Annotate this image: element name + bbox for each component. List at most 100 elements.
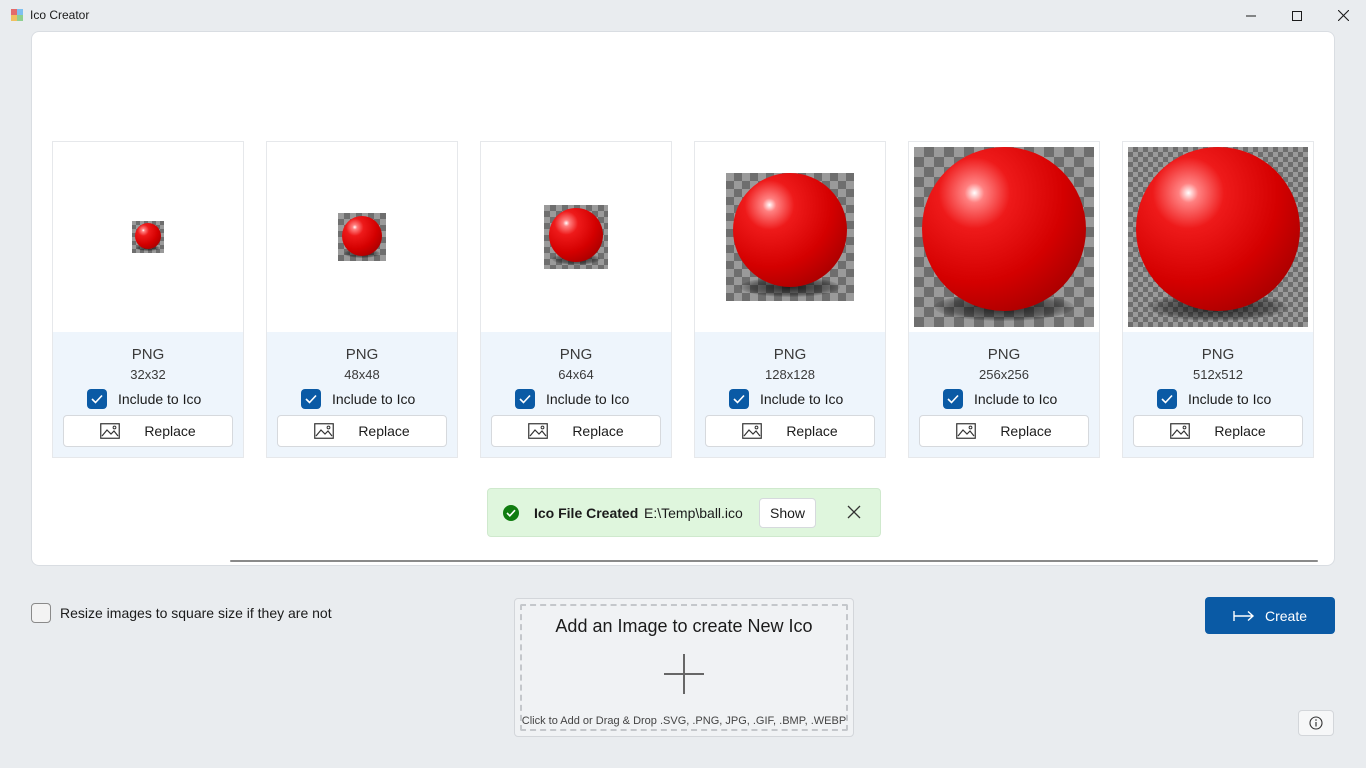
notification-path: E:\Temp\ball.ico xyxy=(644,505,743,521)
maximize-icon xyxy=(1292,10,1302,21)
dropzone-title: Add an Image to create New Ico xyxy=(555,616,813,636)
checkbox-checked[interactable] xyxy=(1157,389,1177,409)
resize-checkbox[interactable]: Resize images to square size if they are… xyxy=(31,603,332,623)
check-icon xyxy=(947,394,959,404)
dismiss-notification-button[interactable] xyxy=(847,505,863,521)
replace-button[interactable]: Replace xyxy=(491,415,661,447)
plus-icon xyxy=(663,653,705,695)
replace-label: Replace xyxy=(144,423,196,439)
image-size: 48x48 xyxy=(344,367,380,382)
image-preview xyxy=(1123,142,1313,332)
include-checkbox[interactable]: Include to Ico xyxy=(1157,389,1271,409)
show-file-button[interactable]: Show xyxy=(759,498,816,528)
image-icon xyxy=(100,423,121,439)
image-info: PNG 32x32 Include to Ico Replace xyxy=(53,332,243,457)
ball-image xyxy=(132,221,164,253)
checkbox-checked[interactable] xyxy=(515,389,535,409)
info-button[interactable] xyxy=(1298,710,1334,736)
image-size: 32x32 xyxy=(130,367,166,382)
checkbox-checked[interactable] xyxy=(87,389,107,409)
image-format: PNG xyxy=(1201,346,1235,363)
close-icon xyxy=(847,505,861,519)
replace-button[interactable]: Replace xyxy=(277,415,447,447)
replace-button[interactable]: Replace xyxy=(63,415,233,447)
image-preview xyxy=(695,142,885,332)
image-info: PNG 64x64 Include to Ico Replace xyxy=(481,332,671,457)
include-label: Include to Ico xyxy=(974,391,1058,407)
resize-label: Resize images to square size if they are… xyxy=(60,605,332,621)
image-preview xyxy=(53,142,243,332)
include-checkbox[interactable]: Include to Ico xyxy=(729,389,843,409)
add-image-dropzone[interactable]: Add an Image to create New Ico Click to … xyxy=(514,598,854,737)
check-icon xyxy=(305,394,317,404)
images-panel: PNG 32x32 Include to Ico Replace PNG 48x… xyxy=(31,31,1335,566)
image-card-32: PNG 32x32 Include to Ico Replace xyxy=(52,141,244,458)
replace-label: Replace xyxy=(572,423,624,439)
app-icon xyxy=(11,9,23,21)
image-format: PNG xyxy=(559,346,593,363)
horizontal-scrollbar[interactable] xyxy=(230,560,1318,562)
include-label: Include to Ico xyxy=(1188,391,1272,407)
image-preview xyxy=(909,142,1099,332)
image-card-512: PNG 512x512 Include to Ico Replace xyxy=(1122,141,1314,458)
image-info: PNG 128x128 Include to Ico Replace xyxy=(695,332,885,457)
check-icon xyxy=(519,394,531,404)
create-button[interactable]: Create xyxy=(1205,597,1335,634)
image-format: PNG xyxy=(987,346,1021,363)
image-icon xyxy=(528,423,549,439)
arrow-right-icon xyxy=(1233,610,1255,621)
ball-image xyxy=(1128,147,1308,327)
checkbox-checked[interactable] xyxy=(943,389,963,409)
include-checkbox[interactable]: Include to Ico xyxy=(87,389,201,409)
minimize-icon xyxy=(1246,15,1256,16)
image-info: PNG 256x256 Include to Ico Replace xyxy=(909,332,1099,457)
include-label: Include to Ico xyxy=(546,391,630,407)
image-card-64: PNG 64x64 Include to Ico Replace xyxy=(480,141,672,458)
include-checkbox[interactable]: Include to Ico xyxy=(301,389,415,409)
image-card-256: PNG 256x256 Include to Ico Replace xyxy=(908,141,1100,458)
check-icon xyxy=(1161,394,1173,404)
image-icon xyxy=(314,423,335,439)
ball-image xyxy=(544,205,608,269)
image-preview xyxy=(481,142,671,332)
replace-label: Replace xyxy=(358,423,410,439)
checkbox-unchecked[interactable] xyxy=(31,603,51,623)
image-preview xyxy=(267,142,457,332)
close-icon xyxy=(1337,10,1349,21)
title-bar: Ico Creator xyxy=(0,0,1366,31)
create-label: Create xyxy=(1264,607,1308,624)
image-size: 256x256 xyxy=(979,367,1029,382)
image-icon xyxy=(742,423,763,439)
window-title: Ico Creator xyxy=(30,8,90,22)
include-label: Include to Ico xyxy=(760,391,844,407)
replace-label: Replace xyxy=(786,423,838,439)
ball-image xyxy=(726,173,854,301)
image-card-48: PNG 48x48 Include to Ico Replace xyxy=(266,141,458,458)
dropzone-hint: Click to Add or Drag & Drop .SVG, .PNG, … xyxy=(521,715,847,727)
image-card-128: PNG 128x128 Include to Ico Replace xyxy=(694,141,886,458)
notification-title: Ico File Created xyxy=(534,505,639,521)
image-format: PNG xyxy=(131,346,165,363)
replace-button[interactable]: Replace xyxy=(705,415,875,447)
include-label: Include to Ico xyxy=(332,391,416,407)
minimize-button[interactable] xyxy=(1228,0,1274,31)
check-icon xyxy=(91,394,103,404)
image-icon xyxy=(956,423,977,439)
include-checkbox[interactable]: Include to Ico xyxy=(515,389,629,409)
replace-label: Replace xyxy=(1000,423,1052,439)
image-size: 128x128 xyxy=(765,367,815,382)
image-info: PNG 512x512 Include to Ico Replace xyxy=(1123,332,1313,457)
ball-image xyxy=(914,147,1094,327)
include-label: Include to Ico xyxy=(118,391,202,407)
info-icon xyxy=(1309,716,1323,730)
close-window-button[interactable] xyxy=(1320,0,1366,31)
checkbox-checked[interactable] xyxy=(301,389,321,409)
include-checkbox[interactable]: Include to Ico xyxy=(943,389,1057,409)
image-format: PNG xyxy=(773,346,807,363)
maximize-button[interactable] xyxy=(1274,0,1320,31)
checkbox-checked[interactable] xyxy=(729,389,749,409)
replace-button[interactable]: Replace xyxy=(919,415,1089,447)
image-size: 64x64 xyxy=(558,367,594,382)
ball-image xyxy=(338,213,386,261)
replace-button[interactable]: Replace xyxy=(1133,415,1303,447)
